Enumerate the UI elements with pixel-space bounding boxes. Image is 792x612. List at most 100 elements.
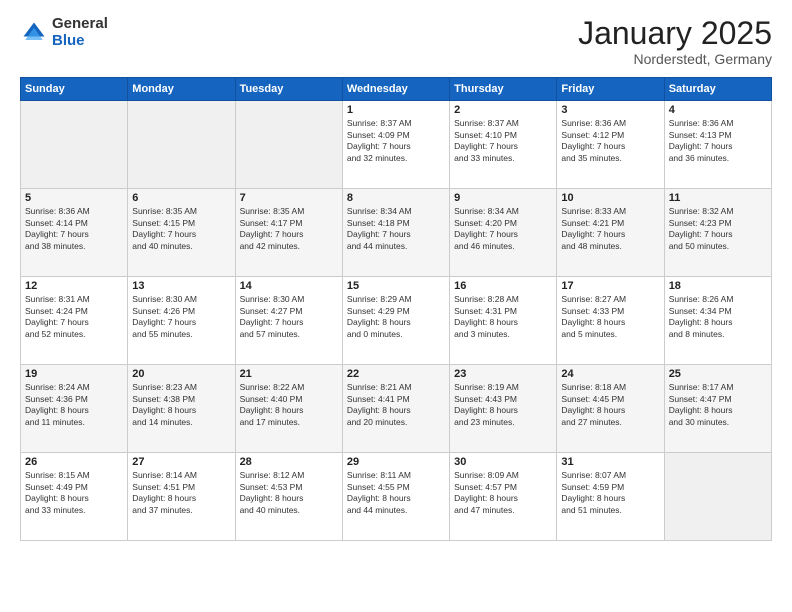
day-info: Sunrise: 8:28 AM Sunset: 4:31 PM Dayligh… bbox=[454, 294, 552, 340]
day-info: Sunrise: 8:07 AM Sunset: 4:59 PM Dayligh… bbox=[561, 470, 659, 516]
calendar-cell: 11 Sunrise: 8:32 AM Sunset: 4:23 PM Dayli… bbox=[664, 189, 771, 277]
logo-blue-text: Blue bbox=[52, 33, 108, 50]
day-number: 19 bbox=[25, 368, 123, 380]
day-number: 9 bbox=[454, 192, 552, 204]
day-info: Sunrise: 8:19 AM Sunset: 4:43 PM Dayligh… bbox=[454, 382, 552, 428]
day-info: Sunrise: 8:36 AM Sunset: 4:12 PM Dayligh… bbox=[561, 118, 659, 164]
title-block: January 2025 Norderstedt, Germany bbox=[578, 16, 772, 67]
calendar-cell: 9 Sunrise: 8:34 AM Sunset: 4:20 PM Daylig… bbox=[450, 189, 557, 277]
header: General Blue January 2025 Norderstedt, G… bbox=[20, 16, 772, 67]
calendar-week-3: 12 Sunrise: 8:31 AM Sunset: 4:24 PM Dayli… bbox=[21, 277, 772, 365]
day-info: Sunrise: 8:33 AM Sunset: 4:21 PM Dayligh… bbox=[561, 206, 659, 252]
calendar-cell: 29 Sunrise: 8:11 AM Sunset: 4:55 PM Dayli… bbox=[342, 453, 449, 541]
day-info: Sunrise: 8:09 AM Sunset: 4:57 PM Dayligh… bbox=[454, 470, 552, 516]
calendar-cell: 12 Sunrise: 8:31 AM Sunset: 4:24 PM Dayli… bbox=[21, 277, 128, 365]
calendar-cell: 23 Sunrise: 8:19 AM Sunset: 4:43 PM Dayli… bbox=[450, 365, 557, 453]
header-monday: Monday bbox=[128, 78, 235, 101]
calendar-body: 1Sunrise: 8:37 AM Sunset: 4:09 PM Daylig… bbox=[21, 101, 772, 541]
day-number: 12 bbox=[25, 280, 123, 292]
logo-general-text: General bbox=[52, 16, 108, 33]
day-info: Sunrise: 8:36 AM Sunset: 4:13 PM Dayligh… bbox=[669, 118, 767, 164]
header-wednesday: Wednesday bbox=[342, 78, 449, 101]
day-number: 30 bbox=[454, 456, 552, 468]
day-info: Sunrise: 8:24 AM Sunset: 4:36 PM Dayligh… bbox=[25, 382, 123, 428]
day-number: 15 bbox=[347, 280, 445, 292]
header-friday: Friday bbox=[557, 78, 664, 101]
calendar-cell: 25Sunrise: 8:17 AM Sunset: 4:47 PM Dayli… bbox=[664, 365, 771, 453]
day-info: Sunrise: 8:36 AM Sunset: 4:14 PM Dayligh… bbox=[25, 206, 123, 252]
calendar-cell: 20 Sunrise: 8:23 AM Sunset: 4:38 PM Dayli… bbox=[128, 365, 235, 453]
calendar-cell bbox=[664, 453, 771, 541]
day-number: 13 bbox=[132, 280, 230, 292]
day-info: Sunrise: 8:11 AM Sunset: 4:55 PM Dayligh… bbox=[347, 470, 445, 516]
day-number: 2 bbox=[454, 104, 552, 116]
day-info: Sunrise: 8:30 AM Sunset: 4:26 PM Dayligh… bbox=[132, 294, 230, 340]
calendar-cell: 13 Sunrise: 8:30 AM Sunset: 4:26 PM Dayli… bbox=[128, 277, 235, 365]
calendar-cell: 15 Sunrise: 8:29 AM Sunset: 4:29 PM Dayli… bbox=[342, 277, 449, 365]
day-number: 8 bbox=[347, 192, 445, 204]
header-row: Sunday Monday Tuesday Wednesday Thursday… bbox=[21, 78, 772, 101]
header-thursday: Thursday bbox=[450, 78, 557, 101]
calendar-cell bbox=[128, 101, 235, 189]
day-number: 4 bbox=[669, 104, 767, 116]
logo-icon bbox=[20, 19, 48, 47]
day-number: 28 bbox=[240, 456, 338, 468]
day-number: 5 bbox=[25, 192, 123, 204]
day-number: 6 bbox=[132, 192, 230, 204]
calendar-cell: 24Sunrise: 8:18 AM Sunset: 4:45 PM Dayli… bbox=[557, 365, 664, 453]
calendar-cell: 8 Sunrise: 8:34 AM Sunset: 4:18 PM Daylig… bbox=[342, 189, 449, 277]
calendar-cell: 6 Sunrise: 8:35 AM Sunset: 4:15 PM Daylig… bbox=[128, 189, 235, 277]
day-info: Sunrise: 8:32 AM Sunset: 4:23 PM Dayligh… bbox=[669, 206, 767, 252]
day-info: Sunrise: 8:34 AM Sunset: 4:18 PM Dayligh… bbox=[347, 206, 445, 252]
day-number: 3 bbox=[561, 104, 659, 116]
calendar-cell: 1Sunrise: 8:37 AM Sunset: 4:09 PM Daylig… bbox=[342, 101, 449, 189]
calendar-cell: 26Sunrise: 8:15 AM Sunset: 4:49 PM Dayli… bbox=[21, 453, 128, 541]
day-info: Sunrise: 8:29 AM Sunset: 4:29 PM Dayligh… bbox=[347, 294, 445, 340]
day-info: Sunrise: 8:30 AM Sunset: 4:27 PM Dayligh… bbox=[240, 294, 338, 340]
day-info: Sunrise: 8:26 AM Sunset: 4:34 PM Dayligh… bbox=[669, 294, 767, 340]
calendar-cell: 30 Sunrise: 8:09 AM Sunset: 4:57 PM Dayli… bbox=[450, 453, 557, 541]
calendar-cell: 27Sunrise: 8:14 AM Sunset: 4:51 PM Dayli… bbox=[128, 453, 235, 541]
day-info: Sunrise: 8:34 AM Sunset: 4:20 PM Dayligh… bbox=[454, 206, 552, 252]
calendar-cell: 18 Sunrise: 8:26 AM Sunset: 4:34 PM Dayli… bbox=[664, 277, 771, 365]
day-info: Sunrise: 8:14 AM Sunset: 4:51 PM Dayligh… bbox=[132, 470, 230, 516]
calendar-cell: 14Sunrise: 8:30 AM Sunset: 4:27 PM Dayli… bbox=[235, 277, 342, 365]
calendar-cell bbox=[235, 101, 342, 189]
day-number: 26 bbox=[25, 456, 123, 468]
calendar-cell: 31 Sunrise: 8:07 AM Sunset: 4:59 PM Dayli… bbox=[557, 453, 664, 541]
calendar-cell: 2 Sunrise: 8:37 AM Sunset: 4:10 PM Daylig… bbox=[450, 101, 557, 189]
calendar-cell: 28 Sunrise: 8:12 AM Sunset: 4:53 PM Dayli… bbox=[235, 453, 342, 541]
day-number: 23 bbox=[454, 368, 552, 380]
day-number: 21 bbox=[240, 368, 338, 380]
day-number: 17 bbox=[561, 280, 659, 292]
calendar-week-2: 5 Sunrise: 8:36 AM Sunset: 4:14 PM Daylig… bbox=[21, 189, 772, 277]
day-info: Sunrise: 8:21 AM Sunset: 4:41 PM Dayligh… bbox=[347, 382, 445, 428]
logo-text: General Blue bbox=[52, 16, 108, 49]
day-info: Sunrise: 8:12 AM Sunset: 4:53 PM Dayligh… bbox=[240, 470, 338, 516]
calendar-week-5: 26Sunrise: 8:15 AM Sunset: 4:49 PM Dayli… bbox=[21, 453, 772, 541]
calendar-cell: 7Sunrise: 8:35 AM Sunset: 4:17 PM Daylig… bbox=[235, 189, 342, 277]
day-info: Sunrise: 8:31 AM Sunset: 4:24 PM Dayligh… bbox=[25, 294, 123, 340]
day-info: Sunrise: 8:35 AM Sunset: 4:15 PM Dayligh… bbox=[132, 206, 230, 252]
calendar-cell: 4 Sunrise: 8:36 AM Sunset: 4:13 PM Daylig… bbox=[664, 101, 771, 189]
day-info: Sunrise: 8:37 AM Sunset: 4:10 PM Dayligh… bbox=[454, 118, 552, 164]
page: General Blue January 2025 Norderstedt, G… bbox=[0, 0, 792, 612]
day-info: Sunrise: 8:37 AM Sunset: 4:09 PM Dayligh… bbox=[347, 118, 445, 164]
calendar-table: Sunday Monday Tuesday Wednesday Thursday… bbox=[20, 77, 772, 541]
day-number: 20 bbox=[132, 368, 230, 380]
calendar-week-4: 19 Sunrise: 8:24 AM Sunset: 4:36 PM Dayli… bbox=[21, 365, 772, 453]
header-sunday: Sunday bbox=[21, 78, 128, 101]
day-number: 7 bbox=[240, 192, 338, 204]
calendar-cell: 22Sunrise: 8:21 AM Sunset: 4:41 PM Dayli… bbox=[342, 365, 449, 453]
day-number: 25 bbox=[669, 368, 767, 380]
day-info: Sunrise: 8:22 AM Sunset: 4:40 PM Dayligh… bbox=[240, 382, 338, 428]
calendar-cell: 5 Sunrise: 8:36 AM Sunset: 4:14 PM Daylig… bbox=[21, 189, 128, 277]
calendar-subtitle: Norderstedt, Germany bbox=[578, 51, 772, 67]
day-number: 29 bbox=[347, 456, 445, 468]
day-info: Sunrise: 8:23 AM Sunset: 4:38 PM Dayligh… bbox=[132, 382, 230, 428]
calendar-cell: 10Sunrise: 8:33 AM Sunset: 4:21 PM Dayli… bbox=[557, 189, 664, 277]
day-number: 18 bbox=[669, 280, 767, 292]
day-number: 31 bbox=[561, 456, 659, 468]
day-number: 11 bbox=[669, 192, 767, 204]
day-number: 24 bbox=[561, 368, 659, 380]
